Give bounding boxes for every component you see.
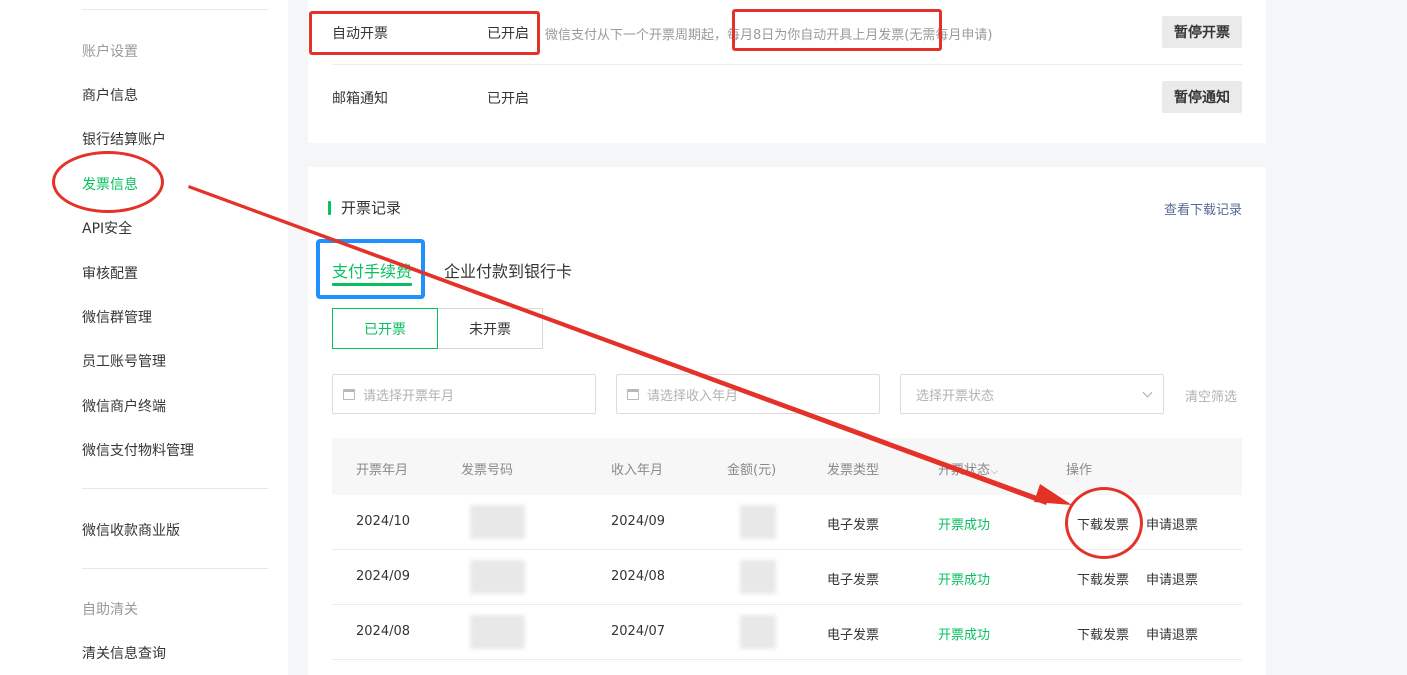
sidebar-group-account-settings: 账户设置: [82, 44, 138, 60]
segment-invoiced[interactable]: 已开票: [332, 308, 438, 349]
sidebar-item-customs-query[interactable]: 清关信息查询: [82, 643, 166, 663]
table-header: 开票年月 发票号码 收入年月 金额(元) 发票类型 开票状态⌵ 操作: [332, 438, 1242, 495]
auto-invoice-status: 已开启: [487, 26, 529, 42]
cell-income-month: 2024/07: [611, 624, 666, 639]
tab-payment-fee[interactable]: 支付手续费: [332, 258, 412, 282]
sidebar: 账户设置 商户信息 银行结算账户 发票信息 API安全 审核配置 微信群管理 员…: [0, 0, 288, 675]
sidebar-item-bank-account[interactable]: 银行结算账户: [82, 129, 166, 149]
request-refund-link[interactable]: 申请退票: [1146, 624, 1198, 643]
sidebar-item-staff-accounts[interactable]: 员工账号管理: [82, 351, 166, 371]
active-tab-underline: [332, 283, 412, 286]
col-amount: 金额(元): [727, 463, 777, 478]
col-actions: 操作: [1066, 463, 1093, 478]
invoice-records-card: 开票记录 查看下载记录 支付手续费 企业付款到银行卡 已开票 未开票 请选择开票…: [308, 167, 1266, 675]
auto-invoice-desc-prefix: 微信支付从下一个开票周期起，: [545, 28, 728, 43]
cell-income-month: 2024/08: [611, 569, 666, 584]
pause-notify-button[interactable]: 暂停通知: [1162, 81, 1242, 113]
table-row: 2024/09 2024/08 电子发票 开票成功 下载发票 申请退票: [332, 550, 1242, 605]
sidebar-item-audit-config[interactable]: 审核配置: [82, 263, 138, 283]
redacted-invoice-number: [470, 560, 525, 594]
cell-invoice-month: 2024/08: [356, 624, 411, 639]
download-invoice-link[interactable]: 下载发票: [1077, 514, 1129, 533]
redacted-invoice-number: [470, 505, 525, 539]
auto-invoice-label: 自动开票: [332, 26, 388, 42]
clear-filters-link[interactable]: 清空筛选: [1185, 386, 1237, 405]
cell-invoice-status: 开票成功: [938, 573, 991, 588]
redacted-amount: [740, 560, 776, 594]
invoice-status-select[interactable]: 选择开票状态: [900, 374, 1164, 414]
cell-invoice-month: 2024/10: [356, 514, 411, 529]
download-invoice-link[interactable]: 下载发票: [1077, 624, 1129, 643]
cell-invoice-month: 2024/09: [356, 569, 411, 584]
redacted-invoice-number: [470, 615, 525, 649]
view-download-records-link[interactable]: 查看下载记录: [1164, 199, 1242, 218]
sidebar-item-business-edition[interactable]: 微信收款商业版: [82, 520, 180, 540]
redacted-amount: [740, 505, 776, 539]
request-refund-link[interactable]: 申请退票: [1146, 569, 1198, 588]
title-accent-bar: [328, 200, 331, 215]
request-refund-link[interactable]: 申请退票: [1146, 514, 1198, 533]
download-invoice-link[interactable]: 下载发票: [1077, 569, 1129, 588]
col-invoice-type: 发票类型: [827, 463, 880, 478]
chevron-down-icon: [1142, 387, 1153, 398]
invoice-month-picker[interactable]: 请选择开票年月: [332, 374, 596, 414]
records-title: 开票记录: [328, 197, 401, 218]
invoice-status-placeholder: 选择开票状态: [916, 388, 995, 404]
email-notify-status: 已开启: [487, 91, 529, 107]
col-invoice-number: 发票号码: [461, 463, 514, 478]
sidebar-item-api-security[interactable]: API安全: [82, 218, 132, 238]
col-invoice-month: 开票年月: [356, 463, 409, 478]
cell-income-month: 2024/09: [611, 514, 666, 529]
cell-invoice-status: 开票成功: [938, 628, 991, 643]
main-content: 自动开票 已开启 微信支付从下一个开票周期起，每月8日为你自动开具上月发票(无需…: [288, 0, 1407, 675]
cell-invoice-type: 电子发票: [827, 518, 880, 533]
row-divider: [332, 64, 1242, 65]
records-title-text: 开票记录: [341, 199, 402, 217]
sidebar-group-self-customs: 自助清关: [82, 602, 138, 618]
tab-enterprise-payment[interactable]: 企业付款到银行卡: [444, 258, 572, 282]
invoice-month-placeholder: 请选择开票年月: [363, 388, 455, 404]
sidebar-divider: [82, 9, 268, 10]
auto-invoice-desc-highlight: 每月8日为你自动开具上月发票: [727, 28, 905, 43]
sidebar-item-merchant-terminal[interactable]: 微信商户终端: [82, 396, 166, 416]
cell-invoice-type: 电子发票: [827, 628, 880, 643]
col-income-month: 收入年月: [611, 463, 664, 478]
calendar-icon: [627, 388, 639, 400]
sidebar-divider: [82, 488, 268, 489]
calendar-icon: [343, 388, 355, 400]
col-invoice-status[interactable]: 开票状态⌵: [938, 459, 998, 478]
table-row: 2024/08 2024/07 电子发票 开票成功 下载发票 申请退票: [332, 605, 1242, 660]
sidebar-item-merchant-info[interactable]: 商户信息: [82, 85, 138, 105]
sidebar-item-wechat-group[interactable]: 微信群管理: [82, 307, 152, 327]
cell-invoice-status: 开票成功: [938, 518, 991, 533]
income-month-placeholder: 请选择收入年月: [647, 388, 739, 404]
chevron-down-icon: ⌵: [991, 467, 998, 477]
sidebar-item-invoice-info[interactable]: 发票信息: [82, 174, 138, 194]
pause-invoice-button[interactable]: 暂停开票: [1162, 16, 1242, 48]
col-invoice-status-label: 开票状态: [938, 463, 991, 478]
redacted-amount: [740, 615, 776, 649]
income-month-picker[interactable]: 请选择收入年月: [616, 374, 880, 414]
auto-invoice-desc-suffix: (无需每月申请): [904, 28, 993, 43]
segment-not-invoiced[interactable]: 未开票: [438, 308, 543, 349]
sidebar-item-materials[interactable]: 微信支付物料管理: [82, 440, 194, 460]
email-notify-label: 邮箱通知: [332, 91, 388, 107]
table-row: 2024/10 2024/09 电子发票 开票成功 下载发票 申请退票: [332, 495, 1242, 550]
cell-invoice-type: 电子发票: [827, 573, 880, 588]
auto-invoice-description: 微信支付从下一个开票周期起，每月8日为你自动开具上月发票(无需每月申请): [545, 24, 992, 43]
invoice-settings-card: 自动开票 已开启 微信支付从下一个开票周期起，每月8日为你自动开具上月发票(无需…: [308, 0, 1266, 143]
sidebar-divider: [82, 568, 268, 569]
